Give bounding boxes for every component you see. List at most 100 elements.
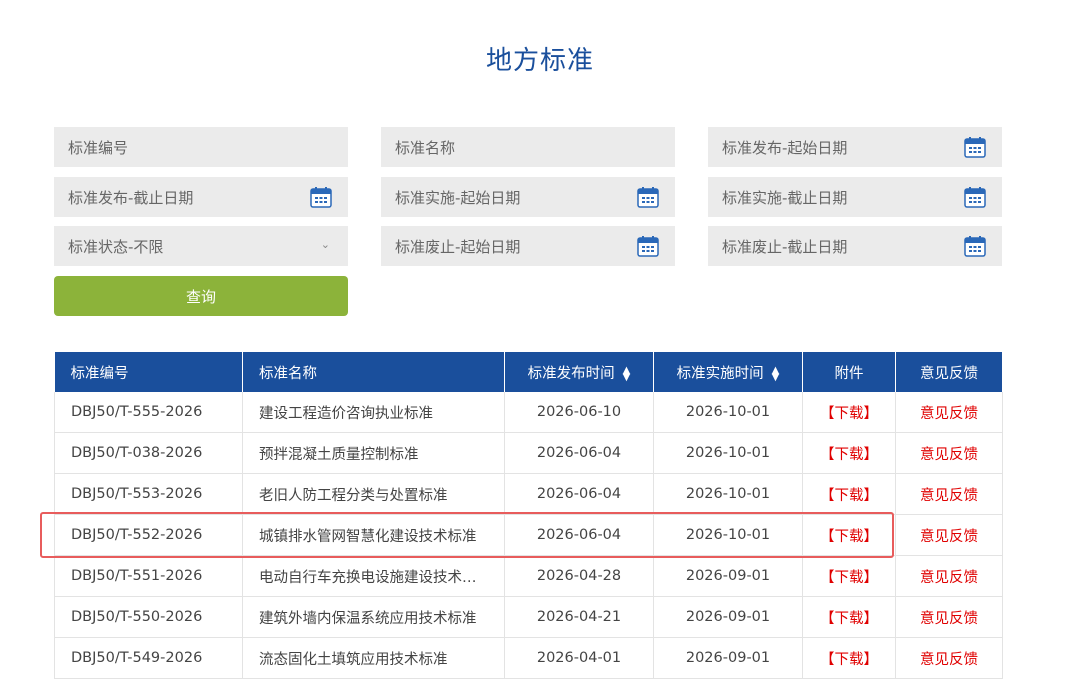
download-link[interactable]: 【下载】	[820, 488, 878, 504]
publish-date-cell: 2026-06-04	[536, 486, 622, 502]
calendar-icon[interactable]	[637, 186, 659, 208]
query-button[interactable]: 查询	[54, 276, 348, 316]
impl-date-cell-td: 2026-10-01	[653, 514, 803, 556]
std-name-cell-td: 电动自行车充换电设施建设技术…	[242, 555, 505, 597]
publish-date-cell-td: 2026-06-10	[504, 392, 654, 433]
std-no-cell: DBJ50/T-552-2026	[71, 527, 203, 543]
publish-date-cell: 2026-04-28	[536, 568, 622, 584]
impl-date-cell-td: 2026-09-01	[653, 637, 803, 679]
impl-date-cell-td: 2026-09-01	[653, 596, 803, 638]
table-header-row: 标准编号 标准名称 标准发布时间 ▲ ▼ 标准实施时间 ▲ ▼ 附件 意见反馈	[54, 352, 1003, 392]
feedback-link[interactable]: 意见反馈	[920, 611, 978, 627]
publish-date-cell: 2026-04-01	[536, 650, 622, 666]
impl-start-placeholder: 标准实施-起始日期	[395, 188, 521, 207]
impl-date-cell: 2026-09-01	[685, 650, 771, 666]
std-name-cell-td: 流态固化土填筑应用技术标准	[242, 637, 505, 679]
download-link-td: 【下载】	[802, 637, 896, 679]
std-no-input[interactable]: 标准编号	[54, 127, 348, 167]
std-name-input[interactable]: 标准名称	[381, 127, 675, 167]
calendar-icon[interactable]	[964, 186, 986, 208]
publish-date-cell-td: 2026-04-28	[504, 555, 654, 597]
impl-date-cell: 2026-10-01	[685, 527, 771, 543]
impl-date-cell-td: 2026-10-01	[653, 473, 803, 515]
status-select[interactable]: 标准状态-不限 ⌄	[54, 226, 348, 266]
table-row: DBJ50/T-553-2026 老旧人防工程分类与处置标准 2026-06-04 2…	[54, 473, 1003, 515]
table-row: DBJ50/T-549-2026 流态固化土填筑应用技术标准 2026-04-01 2…	[54, 637, 1003, 679]
feedback-link[interactable]: 意见反馈	[920, 488, 978, 504]
calendar-icon[interactable]	[310, 186, 332, 208]
feedback-link-td: 意见反馈	[895, 392, 1003, 433]
download-link-td: 【下载】	[802, 596, 896, 638]
feedback-link[interactable]: 意见反馈	[920, 406, 978, 422]
header-impl-date[interactable]: 标准实施时间 ▲ ▼	[653, 352, 803, 392]
std-no-cell-td: DBJ50/T-551-2026	[54, 555, 243, 597]
std-name-cell[interactable]: 老旧人防工程分类与处置标准	[259, 488, 448, 504]
std-name-cell-td: 老旧人防工程分类与处置标准	[242, 473, 505, 515]
publish-end-date-input[interactable]: 标准发布-截止日期	[54, 177, 348, 217]
table-row: DBJ50/T-550-2026 建筑外墙内保温系统应用技术标准 2026-04-2…	[54, 596, 1003, 638]
std-name-cell-td: 建设工程造价咨询执业标准	[242, 392, 505, 433]
impl-date-cell: 2026-09-01	[685, 568, 771, 584]
publish-date-cell: 2026-06-10	[536, 404, 622, 420]
std-no-cell: DBJ50/T-549-2026	[71, 650, 203, 666]
download-link-td: 【下载】	[802, 392, 896, 433]
feedback-link[interactable]: 意见反馈	[920, 570, 978, 586]
download-link[interactable]: 【下载】	[820, 447, 878, 463]
download-link[interactable]: 【下载】	[820, 529, 878, 545]
abolish-start-placeholder: 标准废止-起始日期	[395, 237, 521, 256]
std-no-cell-td: DBJ50/T-555-2026	[54, 392, 243, 433]
calendar-icon[interactable]	[964, 235, 986, 257]
std-name-cell[interactable]: 建筑外墙内保温系统应用技术标准	[259, 611, 477, 627]
sort-icon[interactable]: ▲ ▼	[772, 365, 780, 382]
feedback-link[interactable]: 意见反馈	[920, 529, 978, 545]
std-no-cell-td: DBJ50/T-552-2026	[54, 514, 243, 556]
abolish-end-date-input[interactable]: 标准废止-截止日期	[708, 226, 1002, 266]
impl-end-date-input[interactable]: 标准实施-截止日期	[708, 177, 1002, 217]
std-name-cell[interactable]: 建设工程造价咨询执业标准	[259, 406, 433, 422]
download-link[interactable]: 【下载】	[820, 611, 878, 627]
impl-date-cell-td: 2026-10-01	[653, 432, 803, 474]
publish-start-date-input[interactable]: 标准发布-起始日期	[708, 127, 1002, 167]
publish-date-cell-td: 2026-06-04	[504, 514, 654, 556]
download-link[interactable]: 【下载】	[820, 570, 878, 586]
feedback-link-td: 意见反馈	[895, 514, 1003, 556]
table-row: DBJ50/T-551-2026 电动自行车充换电设施建设技术… 2026-04-2…	[54, 555, 1003, 597]
feedback-link-td: 意见反馈	[895, 432, 1003, 474]
calendar-icon[interactable]	[964, 136, 986, 158]
feedback-link[interactable]: 意见反馈	[920, 447, 978, 463]
download-link-td: 【下载】	[802, 432, 896, 474]
std-name-cell[interactable]: 城镇排水管网智慧化建设技术标准	[259, 529, 477, 545]
std-name-cell[interactable]: 预拌混凝土质量控制标准	[259, 447, 419, 463]
header-publish-date[interactable]: 标准发布时间 ▲ ▼	[504, 352, 654, 392]
std-no-cell: DBJ50/T-555-2026	[71, 404, 203, 420]
status-selected-value: 标准状态-不限	[68, 237, 164, 256]
calendar-icon[interactable]	[637, 235, 659, 257]
feedback-link[interactable]: 意见反馈	[920, 652, 978, 668]
download-link[interactable]: 【下载】	[820, 406, 878, 422]
table-row: DBJ50/T-038-2026 预拌混凝土质量控制标准 2026-06-04 202…	[54, 432, 1003, 474]
publish-date-cell: 2026-06-04	[536, 445, 622, 461]
impl-date-cell: 2026-10-01	[685, 404, 771, 420]
page-title: 地方标准	[485, 46, 594, 76]
impl-date-cell: 2026-10-01	[685, 445, 771, 461]
table-row: DBJ50/T-552-2026 城镇排水管网智慧化建设技术标准 2026-06-0…	[54, 514, 1003, 556]
publish-date-cell-td: 2026-06-04	[504, 473, 654, 515]
impl-start-date-input[interactable]: 标准实施-起始日期	[381, 177, 675, 217]
impl-date-cell: 2026-09-01	[685, 609, 771, 625]
download-link-td: 【下载】	[802, 514, 896, 556]
std-no-cell-td: DBJ50/T-553-2026	[54, 473, 243, 515]
publish-date-cell: 2026-04-21	[536, 609, 622, 625]
publish-date-cell-td: 2026-04-01	[504, 637, 654, 679]
std-name-placeholder: 标准名称	[395, 138, 456, 157]
standards-table: 标准编号 标准名称 标准发布时间 ▲ ▼ 标准实施时间 ▲ ▼ 附件 意见反馈 DBJ5…	[54, 352, 1003, 679]
std-name-cell[interactable]: 电动自行车充换电设施建设技术…	[259, 570, 477, 586]
publish-end-placeholder: 标准发布-截止日期	[68, 188, 194, 207]
std-name-cell-td: 预拌混凝土质量控制标准	[242, 432, 505, 474]
download-link[interactable]: 【下载】	[820, 652, 878, 668]
abolish-start-date-input[interactable]: 标准废止-起始日期	[381, 226, 675, 266]
std-name-cell[interactable]: 流态固化土填筑应用技术标准	[259, 652, 448, 668]
header-attachment: 附件	[802, 352, 896, 392]
sort-icon[interactable]: ▲ ▼	[623, 365, 631, 382]
impl-date-cell-td: 2026-10-01	[653, 392, 803, 433]
abolish-end-placeholder: 标准废止-截止日期	[722, 237, 848, 256]
